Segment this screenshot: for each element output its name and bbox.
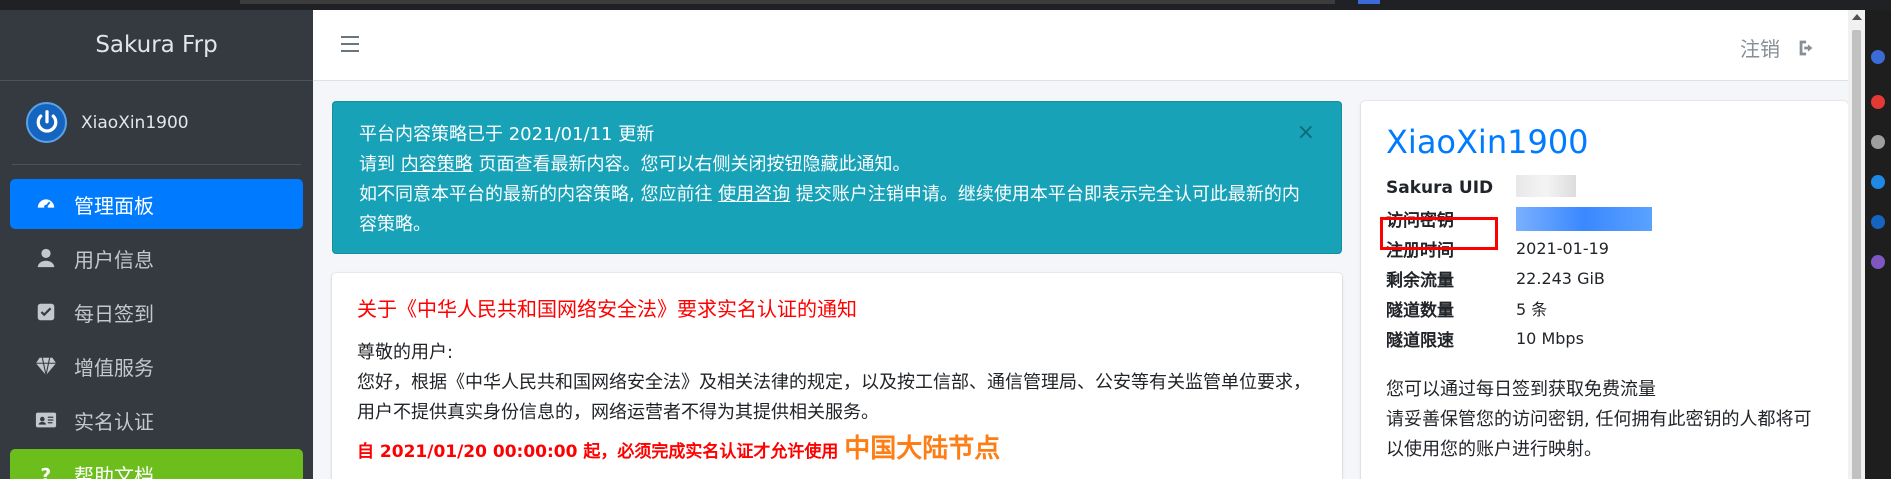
notice-body: 您好，根据《中华人民共和国网络安全法》及相关法律的规定，以及按工信部、通信管理局… — [357, 372, 1311, 423]
sidebar-item-value-added[interactable]: 增值服务 — [10, 341, 303, 391]
address-bar-strip — [240, 0, 1335, 4]
svg-text:?: ? — [41, 465, 52, 479]
sidebar-item-real-name[interactable]: 实名认证 — [10, 395, 303, 445]
info-row-uid: Sakura UID — [1386, 173, 1823, 203]
sidebar: Sakura Frp XiaoXin1900 管理面板 用户信息 每日签到 增值… — [0, 10, 313, 479]
extension-icon[interactable] — [1871, 135, 1885, 149]
menu-toggle-icon[interactable] — [341, 36, 359, 52]
sidebar-item-user-info[interactable]: 用户信息 — [10, 233, 303, 283]
info-key: Sakura UID — [1386, 178, 1494, 198]
extension-icon[interactable] — [1871, 95, 1885, 109]
id-card-icon — [34, 408, 58, 432]
page-scrollbar[interactable] — [1848, 10, 1865, 479]
sidebar-item-label: 增值服务 — [74, 355, 154, 380]
tab-indicator — [1358, 0, 1380, 4]
info-row-speed-limit: 隧道限速 10 Mbps — [1386, 323, 1823, 353]
extension-icon[interactable] — [1871, 255, 1885, 269]
highlight-box — [1380, 217, 1498, 250]
desc-line-2: 请妥善保管您的访问密钥, 任何拥有此密钥的人都将可以使用您的账户进行映射。 — [1386, 409, 1812, 460]
info-value: 2021-01-19 — [1516, 238, 1609, 258]
sidebar-item-label: 用户信息 — [74, 247, 154, 272]
usage-consult-link[interactable]: 使用咨询 — [718, 184, 790, 205]
profile-card: XiaoXin1900 Sakura UID 访问密钥 注册时间 2021-01… — [1361, 101, 1848, 479]
user-icon — [34, 246, 58, 270]
sidebar-item-label: 管理面板 — [74, 193, 154, 218]
info-key: 隧道限速 — [1386, 330, 1454, 351]
top-header: 注销 — [313, 10, 1848, 81]
info-key: 隧道数量 — [1386, 300, 1454, 321]
alert-line-2: 请到 内容策略 页面查看最新内容。您可以右侧关闭按钮隐藏此通知。 — [359, 154, 911, 175]
logout-label: 注销 — [1740, 37, 1780, 61]
avatar-power-icon — [26, 102, 67, 143]
extension-icon[interactable] — [1871, 50, 1885, 64]
sidebar-item-label: 帮助文档 — [74, 463, 154, 479]
logout-button[interactable]: 注销 — [1740, 33, 1818, 62]
notice-warning: 自 2021/01/20 00:00:00 起，必须完成实名认证才允许使用 中国… — [357, 434, 1001, 464]
desc-line-1: 您可以通过每日签到获取免费流量 — [1386, 379, 1656, 400]
extension-icon[interactable] — [1871, 175, 1885, 189]
info-row-traffic: 剩余流量 22.243 GiB — [1386, 263, 1823, 293]
policy-alert: × 平台内容策略已于 2021/01/11 更新 请到 内容策略 页面查看最新内… — [332, 101, 1342, 254]
redacted-access-key — [1516, 201, 1652, 235]
sidebar-item-daily-checkin[interactable]: 每日签到 — [10, 287, 303, 337]
user-panel[interactable]: XiaoXin1900 — [12, 81, 301, 165]
sidebar-item-label: 每日签到 — [74, 301, 154, 326]
sidebar-item-dashboard[interactable]: 管理面板 — [10, 179, 303, 229]
brand-title[interactable]: Sakura Frp — [0, 10, 313, 81]
sign-out-icon — [1799, 40, 1813, 55]
browser-top-strip — [0, 0, 1891, 10]
redacted-uid — [1516, 175, 1576, 201]
profile-name: XiaoXin1900 — [1386, 123, 1589, 161]
main-content: 注销 × 平台内容策略已于 2021/01/11 更新 请到 内容策略 页面查看… — [313, 10, 1848, 479]
sidebar-item-label: 实名认证 — [74, 409, 154, 434]
notice-title: 关于《中华人民共和国网络安全法》要求实名认证的通知 — [357, 297, 857, 321]
notice-greeting: 尊敬的用户: — [357, 342, 454, 363]
real-name-notice-card: 关于《中华人民共和国网络安全法》要求实名认证的通知 尊敬的用户: 您好，根据《中… — [332, 273, 1342, 479]
notice-warning-highlight: 中国大陆节点 — [844, 434, 1001, 464]
browser-side-panel — [1865, 10, 1891, 479]
checkbox-icon — [34, 300, 58, 324]
close-icon[interactable]: × — [1297, 122, 1315, 144]
username: XiaoXin1900 — [81, 112, 189, 133]
info-value: 5 条 — [1516, 300, 1548, 319]
info-value: 22.243 GiB — [1516, 268, 1605, 288]
profile-description: 您可以通过每日签到获取免费流量 请妥善保管您的访问密钥, 任何拥有此密钥的人都将… — [1386, 375, 1823, 465]
help-icon: ? — [34, 462, 58, 479]
extension-icon[interactable] — [1871, 215, 1885, 229]
content-policy-link[interactable]: 内容策略 — [401, 154, 473, 175]
info-value: 10 Mbps — [1516, 328, 1584, 348]
info-key: 剩余流量 — [1386, 270, 1454, 291]
sidebar-item-help-docs[interactable]: ? 帮助文档 — [10, 449, 303, 479]
diamond-icon — [34, 354, 58, 378]
sidebar-nav: 管理面板 用户信息 每日签到 增值服务 实名认证 ? 帮助文档 — [0, 165, 313, 479]
alert-line-3: 如不同意本平台的最新的内容策略, 您应前往 使用咨询 提交账户注销申请。继续使用… — [359, 184, 1300, 235]
scrollbar-thumb[interactable] — [1852, 30, 1861, 479]
alert-line-1: 平台内容策略已于 2021/01/11 更新 — [359, 124, 655, 145]
scroll-up-icon[interactable] — [1852, 14, 1862, 20]
dashboard-icon — [34, 192, 58, 216]
info-row-tunnel-count: 隧道数量 5 条 — [1386, 293, 1823, 323]
